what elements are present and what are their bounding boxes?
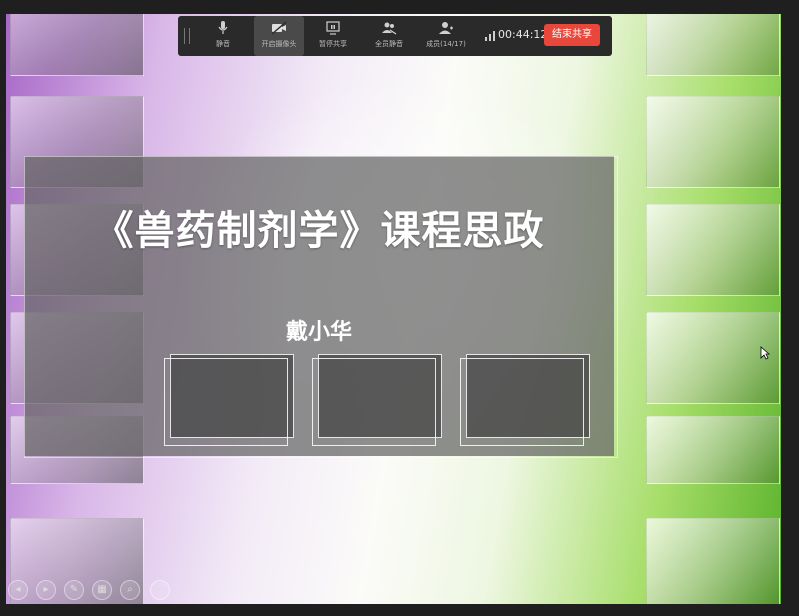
meeting-timer: 00:44:12 [498, 28, 548, 41]
slides-grid-icon[interactable]: ▦ [92, 580, 112, 600]
signal-icon [485, 31, 495, 41]
slide-author: 戴小华 [285, 320, 352, 345]
meeting-toolbar: 静音 开启摄像头 暂停共享 全员静音 成员(14/17) 00:44:12 结束… [178, 16, 612, 56]
pause-share-button[interactable]: 暂停共享 [308, 16, 358, 56]
zoom-icon[interactable]: ⌕ [120, 580, 140, 600]
mute-all-button[interactable]: 全员静音 [364, 16, 414, 56]
decorative-tile [646, 518, 780, 604]
screen-share-window: 《兽药制剂学》课程思政 戴小华 ◂ ▸ ✎ ▦ ⌕ ⋯ 静音 开启摄像头 暂停共… [0, 0, 799, 616]
prev-slide-icon[interactable]: ◂ [8, 580, 28, 600]
decorative-tile [646, 416, 780, 484]
microphone-icon [218, 21, 228, 34]
placeholder-frame-outline [312, 358, 436, 446]
mute-button[interactable]: 静音 [198, 16, 248, 56]
mouse-cursor-icon [760, 346, 770, 360]
placeholder-frame-outline [460, 358, 584, 446]
end-share-button[interactable]: 结束共享 [544, 24, 600, 46]
screen-share-icon [326, 21, 340, 35]
mute-all-label: 全员静音 [375, 40, 403, 48]
members-button[interactable]: 成员(14/17) [418, 16, 474, 56]
members-label: 成员(14/17) [426, 40, 466, 48]
decorative-tile [646, 204, 780, 296]
mute-label: 静音 [216, 40, 230, 48]
drag-handle[interactable] [184, 28, 190, 44]
decorative-tile [10, 14, 144, 76]
slide: 《兽药制剂学》课程思政 戴小华 ◂ ▸ ✎ ▦ ⌕ ⋯ [6, 14, 781, 604]
decorative-tile [646, 96, 780, 188]
placeholder-frame-outline [164, 358, 288, 446]
pause-share-label: 暂停共享 [319, 40, 347, 48]
camera-icon [271, 21, 287, 35]
camera-label: 开启摄像头 [261, 40, 297, 48]
more-icon[interactable]: ⋯ [150, 580, 170, 600]
next-slide-icon[interactable]: ▸ [36, 580, 56, 600]
pen-icon[interactable]: ✎ [64, 580, 84, 600]
mute-all-icon [382, 22, 397, 35]
decorative-tile [646, 14, 780, 76]
camera-button[interactable]: 开启摄像头 [254, 16, 304, 56]
slide-title: 《兽药制剂学》课程思政 [93, 208, 545, 254]
members-icon [439, 22, 453, 34]
right-image-strip [646, 14, 780, 604]
